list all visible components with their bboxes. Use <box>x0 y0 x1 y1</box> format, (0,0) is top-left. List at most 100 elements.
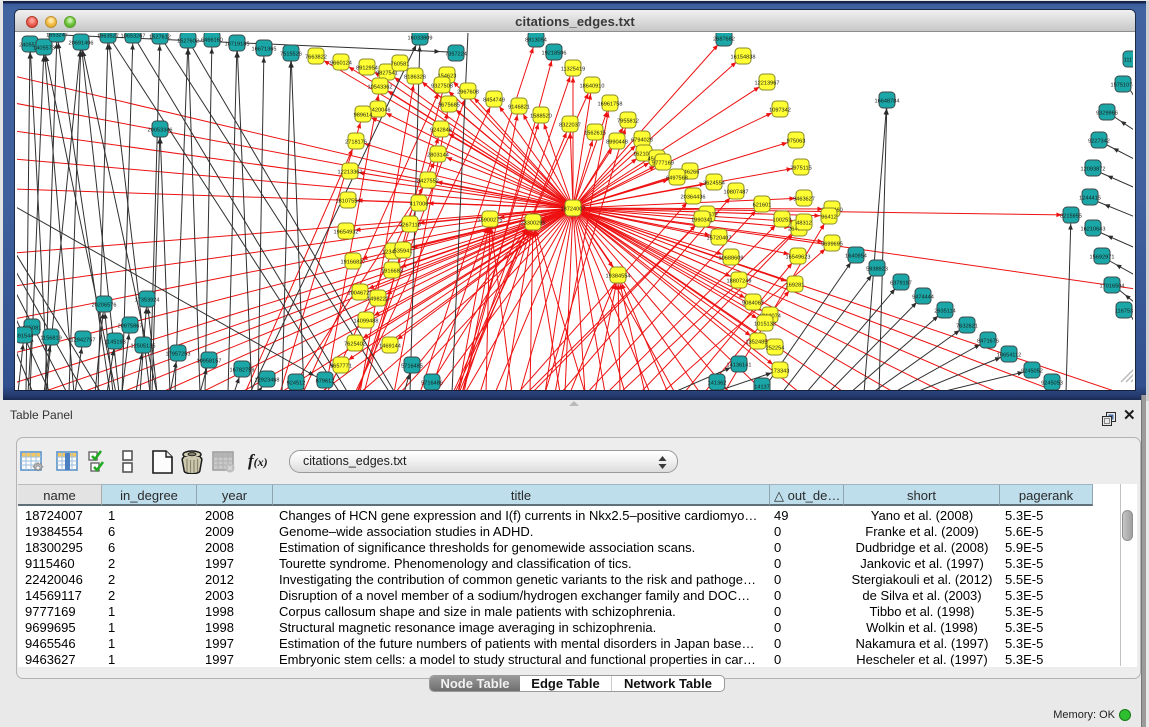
svg-text:391544: 391544 <box>17 333 33 339</box>
svg-text:19218506: 19218506 <box>542 50 567 56</box>
svg-text:1588520: 1588520 <box>530 113 552 119</box>
svg-text:173343: 173343 <box>771 368 790 374</box>
svg-text:12505135: 12505135 <box>131 343 156 349</box>
svg-text:7955812: 7955812 <box>617 118 639 124</box>
svg-text:252254: 252254 <box>766 345 785 351</box>
svg-text:9777169: 9777169 <box>652 160 674 166</box>
svg-text:1963527: 1963527 <box>97 33 119 39</box>
svg-text:12923468: 12923468 <box>255 377 280 383</box>
svg-text:17353924: 17353924 <box>135 297 160 303</box>
svg-text:1097342: 1097342 <box>769 107 791 113</box>
svg-text:2803144: 2803144 <box>427 152 449 158</box>
svg-text:10653267: 10653267 <box>121 33 146 39</box>
svg-text:8186328: 8186328 <box>404 74 426 80</box>
svg-text:975063: 975063 <box>787 138 806 144</box>
svg-text:1405573: 1405573 <box>33 45 55 51</box>
svg-text:8322037: 8322037 <box>559 122 581 128</box>
svg-text:9242848: 9242848 <box>430 127 452 133</box>
svg-text:9245053: 9245053 <box>1041 380 1063 386</box>
svg-text:9699695: 9699695 <box>821 241 843 247</box>
svg-text:9227342: 9227342 <box>1088 138 1110 144</box>
svg-text:8813054: 8813054 <box>525 37 547 43</box>
svg-text:16648784: 16648784 <box>875 98 900 104</box>
svg-text:20364436: 20364436 <box>681 194 706 200</box>
svg-text:1244415: 1244415 <box>1079 195 1101 201</box>
svg-text:1145193: 1145193 <box>104 339 125 345</box>
svg-text:9084067: 9084067 <box>742 300 764 306</box>
svg-text:18107554: 18107554 <box>336 198 361 204</box>
svg-text:417006: 417006 <box>410 201 429 207</box>
svg-text:8427552: 8427552 <box>417 178 439 184</box>
svg-text:7625402: 7625402 <box>344 341 366 347</box>
svg-text:18807249: 18807249 <box>727 278 752 284</box>
svg-text:9329966: 9329966 <box>1096 110 1118 116</box>
svg-text:16671365: 16671365 <box>252 46 277 52</box>
svg-text:1469144: 1469144 <box>379 343 401 349</box>
svg-text:8454749: 8454749 <box>483 97 505 103</box>
svg-text:48312: 48312 <box>796 220 812 226</box>
svg-text:2687682: 2687682 <box>713 36 735 42</box>
svg-text:8912954: 8912954 <box>356 65 378 71</box>
svg-text:14137: 14137 <box>754 384 770 390</box>
svg-text:16961758: 16961758 <box>598 101 623 107</box>
svg-text:6497568: 6497568 <box>666 175 688 181</box>
svg-text:6794028: 6794028 <box>631 137 653 143</box>
svg-text:7357224: 7357224 <box>445 51 467 57</box>
svg-text:3675685: 3675685 <box>438 102 460 108</box>
svg-text:1653247: 1653247 <box>46 33 68 38</box>
svg-text:141362: 141362 <box>708 380 727 386</box>
svg-text:9245052: 9245052 <box>1021 368 1043 374</box>
svg-text:116753: 116753 <box>1115 308 1133 314</box>
svg-text:14136141: 14136141 <box>727 362 752 368</box>
svg-text:3267110: 3267110 <box>399 222 420 228</box>
svg-text:2975115: 2975115 <box>790 165 811 171</box>
svg-text:879612: 879612 <box>316 378 335 384</box>
svg-text:1990341: 1990341 <box>691 217 713 223</box>
svg-text:96412: 96412 <box>821 214 837 220</box>
svg-text:924512: 924512 <box>287 380 306 386</box>
svg-text:5938923: 5938923 <box>866 266 888 272</box>
svg-text:1156819: 1156819 <box>40 335 61 341</box>
svg-text:760581: 760581 <box>391 61 410 67</box>
svg-text:15692971: 15692971 <box>1090 254 1115 260</box>
svg-text:20691406: 20691406 <box>69 40 94 46</box>
svg-text:7663822: 7663822 <box>305 54 327 60</box>
svg-text:9660124: 9660124 <box>330 60 352 66</box>
svg-text:16782759: 16782759 <box>230 367 255 373</box>
svg-text:9327508: 9327508 <box>431 83 453 89</box>
svg-text:2718176: 2718176 <box>345 139 367 145</box>
svg-text:1527612: 1527612 <box>149 34 171 40</box>
svg-text:15720407: 15720407 <box>707 235 732 241</box>
svg-text:1562615: 1562615 <box>584 130 606 136</box>
svg-text:17016504: 17016504 <box>1100 283 1125 289</box>
svg-text:10543362: 10543362 <box>368 84 393 90</box>
svg-text:11172: 11172 <box>1124 57 1133 63</box>
svg-text:10654112: 10654112 <box>997 352 1021 358</box>
svg-text:12942757: 12942757 <box>71 337 96 343</box>
svg-text:10719185: 10719185 <box>225 41 250 47</box>
svg-text:20206576: 20206576 <box>92 302 117 308</box>
svg-text:19166827: 19166827 <box>341 259 366 265</box>
svg-text:10688609: 10688609 <box>719 255 744 261</box>
svg-text:17957253: 17957253 <box>166 351 191 357</box>
svg-text:6466160: 6466160 <box>201 37 223 43</box>
svg-text:14099488: 14099488 <box>354 318 379 324</box>
svg-text:2967608: 2967608 <box>457 89 479 95</box>
svg-text:11325419: 11325419 <box>561 66 585 72</box>
svg-text:1527602: 1527602 <box>177 38 199 44</box>
svg-text:5716486: 5716486 <box>421 380 443 386</box>
svg-text:10958157: 10958157 <box>197 358 222 364</box>
svg-text:1015132: 1015132 <box>754 321 776 327</box>
svg-text:18640910: 18640910 <box>580 83 605 89</box>
svg-text:9474444: 9474444 <box>912 294 934 300</box>
svg-text:12213967: 12213967 <box>755 80 780 86</box>
svg-text:16033809: 16033809 <box>408 35 433 41</box>
svg-text:12093872: 12093872 <box>1081 166 1106 172</box>
svg-text:7632621: 7632621 <box>956 323 978 329</box>
svg-text:19654932: 19654932 <box>334 229 359 235</box>
svg-text:535941: 535941 <box>394 248 413 254</box>
svg-text:8990448: 8990448 <box>606 139 628 145</box>
svg-text:9463627: 9463627 <box>793 196 815 202</box>
svg-text:1498222: 1498222 <box>367 296 389 302</box>
svg-text:100253: 100253 <box>773 217 792 223</box>
